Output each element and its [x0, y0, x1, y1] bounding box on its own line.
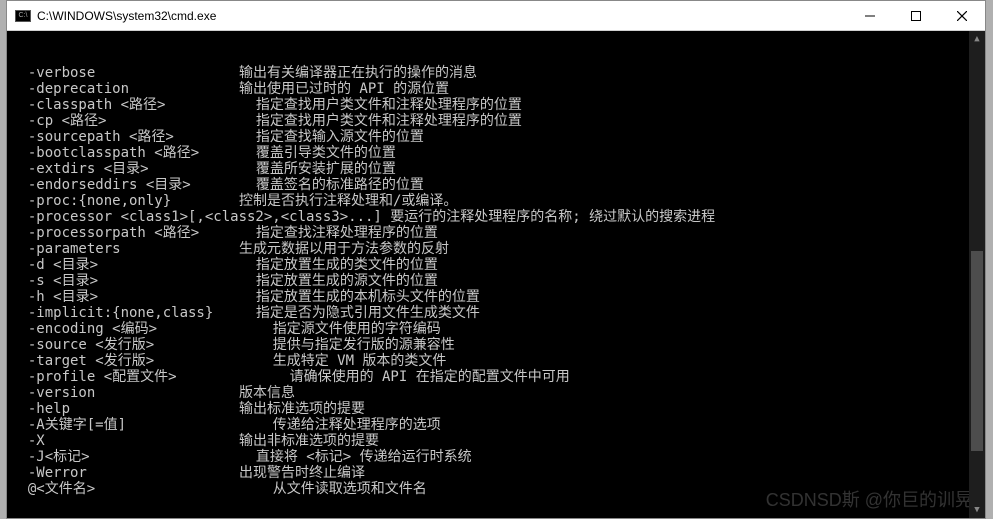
- minimize-button[interactable]: [847, 1, 893, 30]
- output-line: -implicit:{none,class} 指定是否为隐式引用文件生成类文件: [11, 305, 981, 321]
- option-flag: -deprecation: [11, 81, 239, 97]
- output-line: -proc:{none,only}控制是否执行注释处理和/或编译。: [11, 193, 981, 209]
- option-desc: 指定放置生成的类文件的位置: [239, 257, 438, 273]
- output-line: -Werror出现警告时终止编译: [11, 465, 981, 481]
- scroll-up-icon[interactable]: ▲: [969, 31, 985, 47]
- output-line: -verbose输出有关编译器正在执行的操作的消息: [11, 65, 981, 81]
- output-line: -processor <class1>[,<class2>,<class3>..…: [11, 209, 981, 225]
- option-desc: 请确保使用的 API 在指定的配置文件中可用: [239, 369, 570, 385]
- window-title: C:\WINDOWS\system32\cmd.exe: [37, 9, 847, 23]
- cmd-window: C:\ C:\WINDOWS\system32\cmd.exe -verbose…: [6, 0, 986, 519]
- option-desc: 指定源文件使用的字符编码: [239, 321, 441, 337]
- maximize-button[interactable]: [893, 1, 939, 30]
- option-desc: 从文件读取选项和文件名: [239, 481, 427, 497]
- option-desc: 控制是否执行注释处理和/或编译。: [239, 193, 457, 209]
- option-desc: 指定查找输入源文件的位置: [239, 129, 424, 145]
- output-line: -help输出标准选项的提要: [11, 401, 981, 417]
- option-flag: -Werror: [11, 465, 239, 481]
- output-line: -parameters生成元数据以用于方法参数的反射: [11, 241, 981, 257]
- output-line: -A关键字[=值] 传递给注释处理程序的选项: [11, 417, 981, 433]
- option-flag: -encoding <编码>: [11, 321, 239, 337]
- output-line: -classpath <路径> 指定查找用户类文件和注释处理程序的位置: [11, 97, 981, 113]
- output-line: -endorseddirs <目录> 覆盖签名的标准路径的位置: [11, 177, 981, 193]
- option-desc: 生成元数据以用于方法参数的反射: [239, 241, 449, 257]
- output-line: -X输出非标准选项的提要: [11, 433, 981, 449]
- option-flag: -processorpath <路径>: [11, 225, 239, 241]
- option-flag: -verbose: [11, 65, 239, 81]
- option-desc: 传递给注释处理程序的选项: [239, 417, 441, 433]
- output-line: -h <目录> 指定放置生成的本机标头文件的位置: [11, 289, 981, 305]
- option-desc: 指定是否为隐式引用文件生成类文件: [239, 305, 480, 321]
- option-desc: 覆盖签名的标准路径的位置: [239, 177, 424, 193]
- option-flag: -classpath <路径>: [11, 97, 239, 113]
- option-desc: 直接将 <标记> 传递给运行时系统: [239, 449, 472, 465]
- terminal-output: -verbose输出有关编译器正在执行的操作的消息 -deprecation输出…: [11, 65, 981, 497]
- option-desc: 覆盖所安装扩展的位置: [239, 161, 396, 177]
- option-flag: -endorseddirs <目录>: [11, 177, 239, 193]
- option-flag: -version: [11, 385, 239, 401]
- vertical-scrollbar[interactable]: ▲ ▼: [969, 31, 985, 518]
- option-flag: -cp <路径>: [11, 113, 239, 129]
- scroll-down-icon[interactable]: ▼: [969, 502, 985, 518]
- option-flag: -d <目录>: [11, 257, 239, 273]
- option-desc: 生成特定 VM 版本的类文件: [239, 353, 446, 369]
- option-flag: -bootclasspath <路径>: [11, 145, 239, 161]
- terminal-area[interactable]: -verbose输出有关编译器正在执行的操作的消息 -deprecation输出…: [7, 31, 985, 518]
- option-desc: 版本信息: [239, 385, 295, 401]
- output-line: -encoding <编码> 指定源文件使用的字符编码: [11, 321, 981, 337]
- scrollbar-thumb[interactable]: [971, 251, 983, 451]
- option-desc: 指定查找用户类文件和注释处理程序的位置: [239, 97, 522, 113]
- option-flag: -help: [11, 401, 239, 417]
- output-line: -version版本信息: [11, 385, 981, 401]
- titlebar[interactable]: C:\ C:\WINDOWS\system32\cmd.exe: [7, 1, 985, 31]
- output-line: -sourcepath <路径> 指定查找输入源文件的位置: [11, 129, 981, 145]
- option-flag: -extdirs <目录>: [11, 161, 239, 177]
- option-desc: 输出有关编译器正在执行的操作的消息: [239, 65, 477, 81]
- option-desc: 提供与指定发行版的源兼容性: [239, 337, 455, 353]
- option-desc: 指定查找注释处理程序的位置: [239, 225, 438, 241]
- output-line: @<文件名> 从文件读取选项和文件名: [11, 481, 981, 497]
- output-line: -target <发行版> 生成特定 VM 版本的类文件: [11, 353, 981, 369]
- option-desc: 输出非标准选项的提要: [239, 433, 379, 449]
- output-line: -bootclasspath <路径> 覆盖引导类文件的位置: [11, 145, 981, 161]
- option-flag: -h <目录>: [11, 289, 239, 305]
- window-buttons: [847, 1, 985, 30]
- option-flag: -s <目录>: [11, 273, 239, 289]
- option-flag: -proc:{none,only}: [11, 193, 239, 209]
- option-desc: 指定放置生成的源文件的位置: [239, 273, 438, 289]
- output-line: -processorpath <路径> 指定查找注释处理程序的位置: [11, 225, 981, 241]
- output-line: -J<标记> 直接将 <标记> 传递给运行时系统: [11, 449, 981, 465]
- close-button[interactable]: [939, 1, 985, 30]
- output-line: -s <目录> 指定放置生成的源文件的位置: [11, 273, 981, 289]
- option-flag: -implicit:{none,class}: [11, 305, 239, 321]
- option-desc: 指定查找用户类文件和注释处理程序的位置: [239, 113, 522, 129]
- output-line: -d <目录> 指定放置生成的类文件的位置: [11, 257, 981, 273]
- output-line: -deprecation输出使用已过时的 API 的源位置: [11, 81, 981, 97]
- output-line: -source <发行版> 提供与指定发行版的源兼容性: [11, 337, 981, 353]
- cmd-icon: C:\: [15, 10, 31, 22]
- option-flag: -target <发行版>: [11, 353, 239, 369]
- option-flag: -source <发行版>: [11, 337, 239, 353]
- output-line: -profile <配置文件> 请确保使用的 API 在指定的配置文件中可用: [11, 369, 981, 385]
- output-line: -cp <路径> 指定查找用户类文件和注释处理程序的位置: [11, 113, 981, 129]
- option-flag: -J<标记>: [11, 449, 239, 465]
- option-flag: -A关键字[=值]: [11, 417, 239, 433]
- option-desc: 输出使用已过时的 API 的源位置: [239, 81, 449, 97]
- option-flag: -sourcepath <路径>: [11, 129, 239, 145]
- option-flag: -X: [11, 433, 239, 449]
- option-flag: -parameters: [11, 241, 239, 257]
- output-line: -extdirs <目录> 覆盖所安装扩展的位置: [11, 161, 981, 177]
- option-flag: @<文件名>: [11, 481, 239, 497]
- option-flag: -profile <配置文件>: [11, 369, 239, 385]
- option-desc: 输出标准选项的提要: [239, 401, 365, 417]
- option-desc: 指定放置生成的本机标头文件的位置: [239, 289, 480, 305]
- option-desc: 出现警告时终止编译: [239, 465, 365, 481]
- option-desc: 覆盖引导类文件的位置: [239, 145, 396, 161]
